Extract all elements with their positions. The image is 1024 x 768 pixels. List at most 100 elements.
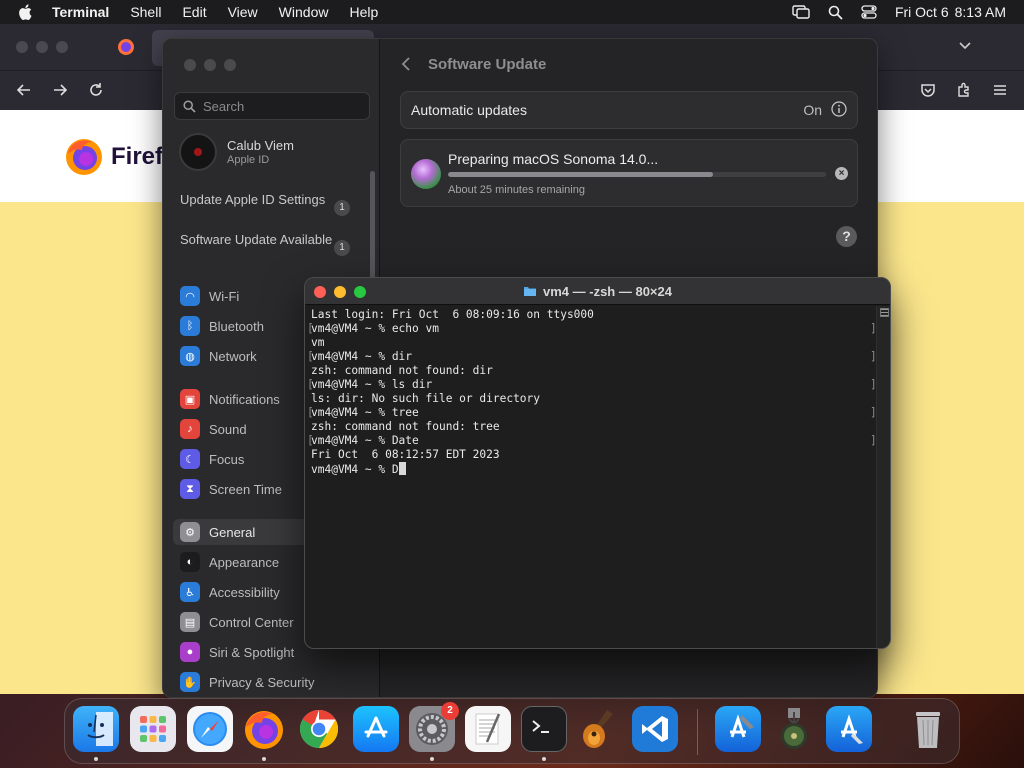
tab-list-chevron-icon[interactable]: [958, 38, 972, 56]
settings-window-controls[interactable]: [184, 59, 236, 71]
settings-notification-badge: 2: [441, 702, 459, 720]
terminal-icon[interactable]: [521, 706, 567, 752]
settings-search-input[interactable]: Search: [174, 92, 370, 120]
menu-window[interactable]: Window: [279, 4, 329, 20]
close-button[interactable]: [314, 286, 326, 298]
hamburger-menu-icon[interactable]: [992, 82, 1008, 103]
terminal-line: zsh: command not found: dir: [311, 364, 871, 378]
sidebar-item-privacy-security[interactable]: ✋ Privacy & Security: [173, 669, 373, 695]
sidebar-item-label: General: [209, 524, 256, 540]
terminal-prompt-line[interactable]: vm4@VM4 ~ % D: [311, 462, 871, 476]
help-button[interactable]: ?: [836, 226, 857, 247]
prompt-mark-left: [: [307, 434, 314, 447]
notice-label: Update Apple ID Settings: [180, 192, 326, 207]
dock-separator: [697, 709, 698, 755]
menu-bar: Terminal Shell Edit View Window Help Fri…: [0, 0, 1024, 24]
prompt-mark-left: [: [307, 406, 314, 419]
bluetooth-icon: ᛒ: [180, 316, 200, 336]
terminal-prompt-text: vm4@VM4 ~ % D: [311, 463, 399, 476]
back-arrow-icon[interactable]: [16, 82, 32, 103]
sidebar-item-label: Bluetooth: [209, 318, 264, 334]
prompt-mark-left: [: [307, 322, 314, 335]
pocket-icon[interactable]: [920, 82, 936, 103]
sound-icon: ♪: [180, 419, 200, 439]
menu-view[interactable]: View: [228, 4, 258, 20]
terminal-line: Last login: Fri Oct 6 08:09:16 on ttys00…: [311, 308, 871, 322]
sidebar-item-label: Sound: [209, 421, 247, 437]
running-indicator: [94, 757, 98, 761]
notice-label: Software Update Available: [180, 232, 333, 247]
trash-icon[interactable]: [905, 706, 951, 752]
apple-id-profile[interactable]: Calub Viem Apple ID: [179, 133, 294, 171]
terminal-line: [] vm4@VM4 ~ % dir: [307, 350, 877, 364]
vscode-icon[interactable]: [632, 706, 678, 752]
menu-shell[interactable]: Shell: [130, 4, 161, 20]
apple-menu-icon[interactable]: [18, 4, 36, 20]
zoom-button[interactable]: [354, 286, 366, 298]
finder-icon[interactable]: [73, 706, 119, 752]
cancel-update-icon[interactable]: ×: [835, 167, 848, 180]
terminal-line-text: vm4@VM4 ~ % tree: [311, 406, 419, 419]
text-cursor: [398, 462, 406, 475]
sidebar-item-label: Control Center: [209, 614, 294, 630]
control-center-icon: ▤: [180, 612, 200, 632]
general-icon: ⚙: [180, 522, 200, 542]
firefox-icon[interactable]: [241, 706, 287, 752]
terminal-line-text: Fri Oct 6 08:12:57 EDT 2023: [311, 448, 500, 461]
menu-app-name[interactable]: Terminal: [52, 4, 109, 20]
terminal-line-text: vm4@VM4 ~ % ls dir: [311, 378, 433, 391]
avatar: [179, 133, 217, 171]
terminal-line: [] vm4@VM4 ~ % Date: [307, 434, 877, 448]
launchpad-icon[interactable]: [130, 706, 176, 752]
macos-sonoma-icon: [411, 159, 441, 189]
terminal-scrollbar[interactable]: [876, 306, 890, 648]
scroll-marks-icon: [880, 308, 889, 317]
app-store-icon[interactable]: [353, 706, 399, 752]
notice-software-update[interactable]: Software Update Available 1: [180, 232, 350, 256]
simulator-icon[interactable]: [826, 706, 872, 752]
menu-time[interactable]: 8:13 AM: [955, 4, 1006, 20]
terminal-output[interactable]: Last login: Fri Oct 6 08:09:16 on ttys00…: [305, 306, 877, 648]
terminal-window: vm4 — -zsh — 80×24 Last login: Fri Oct 6…: [304, 277, 891, 649]
automatic-updates-row[interactable]: Automatic updates On: [400, 91, 858, 129]
automatic-updates-value: On: [803, 102, 822, 118]
terminal-title-bar[interactable]: vm4 — -zsh — 80×24: [305, 278, 890, 305]
forward-arrow-icon[interactable]: [52, 82, 68, 103]
menu-help[interactable]: Help: [349, 4, 378, 20]
minimize-button[interactable]: [334, 286, 346, 298]
prompt-mark-left: [: [307, 350, 314, 363]
profile-subtitle: Apple ID: [227, 154, 270, 166]
info-icon[interactable]: [831, 100, 847, 120]
safari-icon[interactable]: [187, 706, 233, 752]
terminal-line-text: Last login: Fri Oct 6 08:09:16 on ttys00…: [311, 308, 594, 321]
sidebar-item-label: Appearance: [209, 554, 280, 570]
garageband-icon[interactable]: [576, 706, 622, 752]
back-chevron-icon[interactable]: [400, 56, 412, 77]
chrome-icon[interactable]: [296, 706, 342, 752]
spotlight-search-icon[interactable]: [828, 5, 843, 20]
reload-icon[interactable]: [88, 82, 104, 103]
installer-icon[interactable]: [771, 706, 817, 752]
firefox-window-controls[interactable]: [16, 41, 68, 53]
control-center-icon[interactable]: [861, 5, 877, 19]
menu-date[interactable]: Fri Oct 6: [895, 4, 949, 20]
terminal-line-text: ls: dir: No such file or directory: [311, 392, 541, 405]
focus-icon: ☾: [180, 449, 200, 469]
update-progress-bar: [448, 172, 826, 177]
notice-update-apple-id[interactable]: Update Apple ID Settings 1: [180, 192, 350, 216]
xcode-icon[interactable]: [715, 706, 761, 752]
folder-icon: [524, 287, 536, 296]
textedit-icon[interactable]: [465, 706, 511, 752]
sidebar-item-label: Wi-Fi: [209, 288, 240, 304]
screen-mirroring-icon[interactable]: [792, 5, 810, 19]
menu-edit[interactable]: Edit: [182, 4, 206, 20]
firefox-tab-icon[interactable]: [117, 38, 135, 56]
accessibility-icon: ♿: [180, 582, 200, 602]
screen-time-icon: ⧗: [180, 479, 200, 499]
terminal-line: ls: dir: No such file or directory: [311, 392, 871, 406]
terminal-line-text: zsh: command not found: dir: [311, 364, 493, 377]
terminal-line: [] vm4@VM4 ~ % echo vm: [307, 322, 877, 336]
extensions-icon[interactable]: [956, 82, 972, 103]
prompt-mark-left: [: [307, 378, 314, 391]
running-indicator: [430, 757, 434, 761]
